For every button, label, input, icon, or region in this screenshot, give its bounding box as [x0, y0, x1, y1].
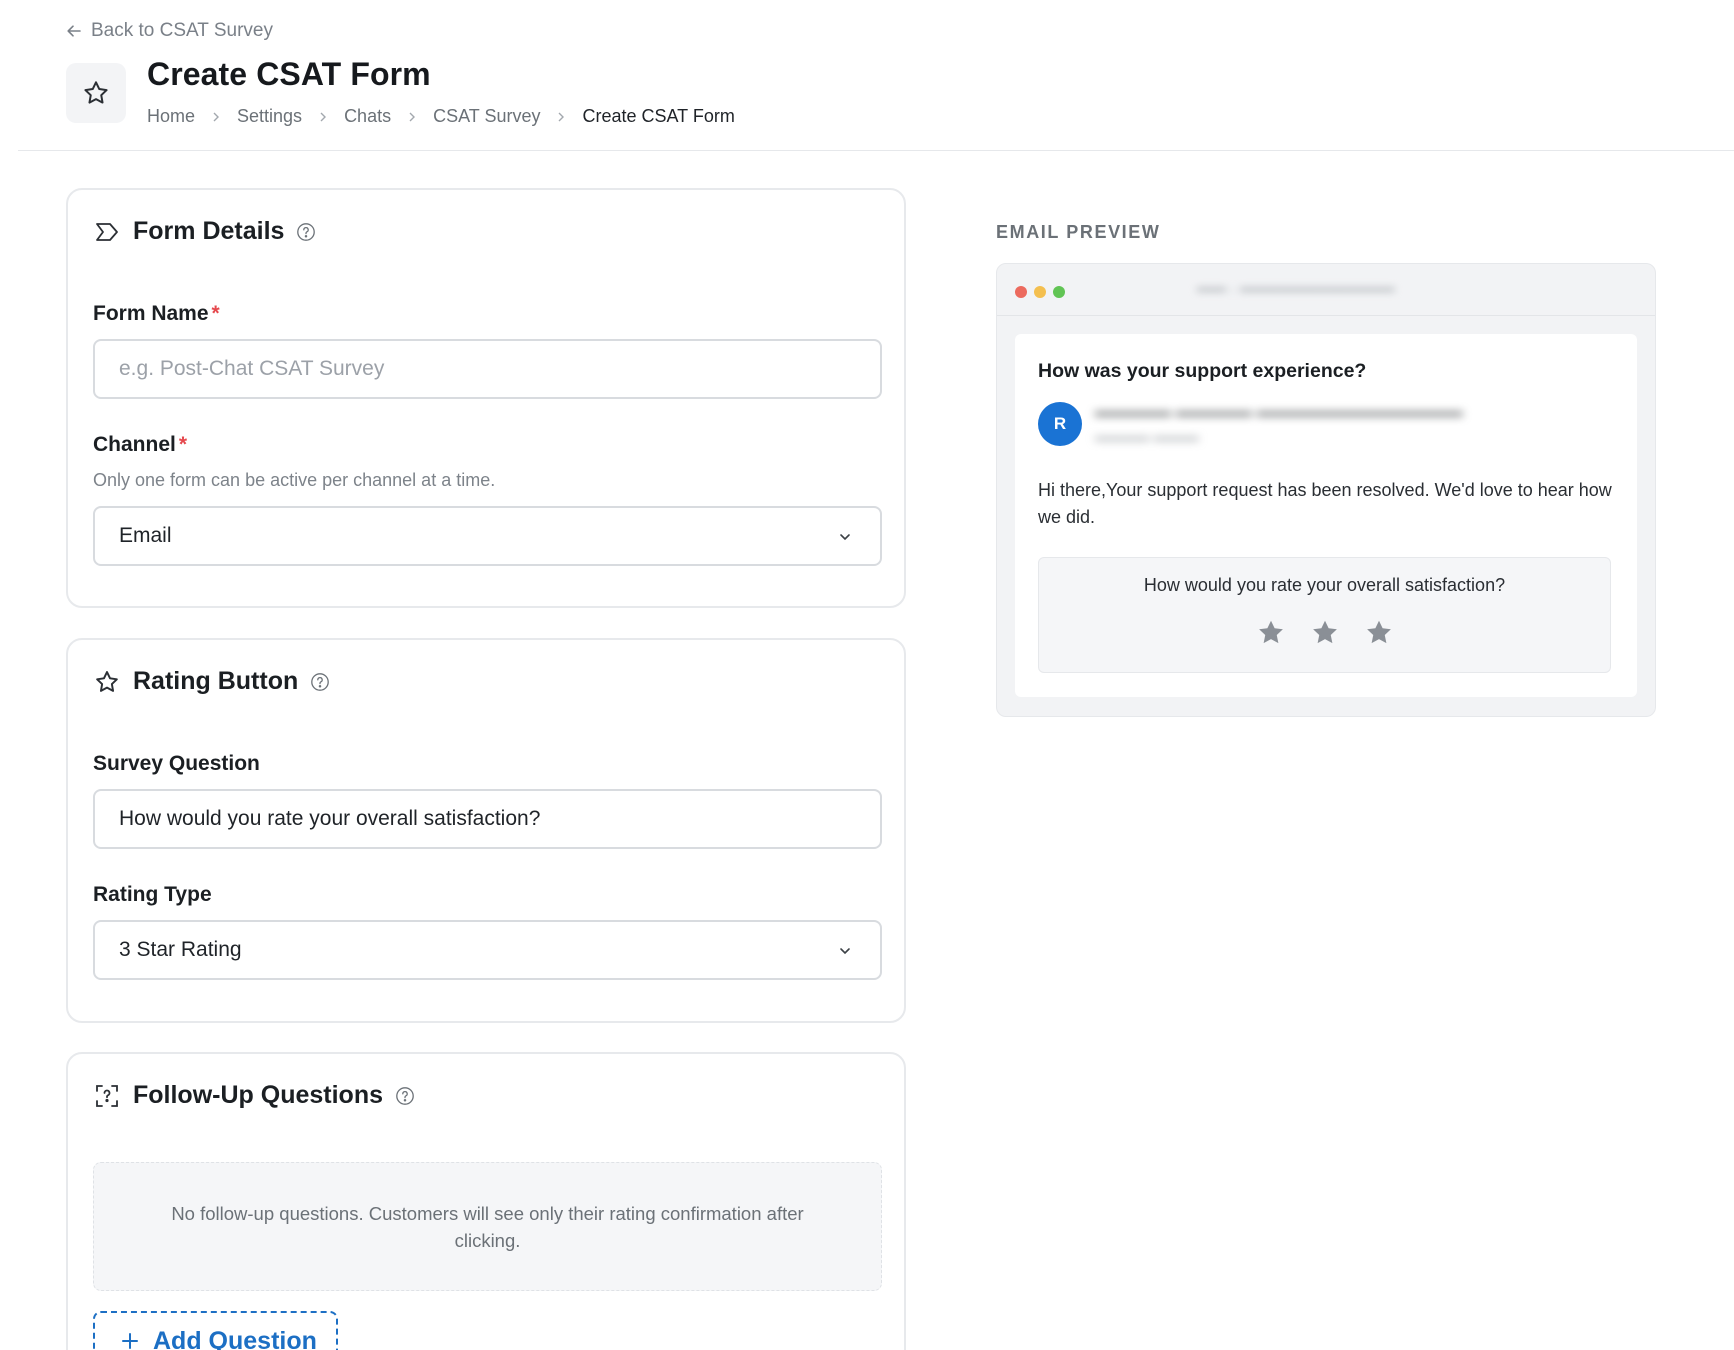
follow-up-card: Follow-Up Questions No follow-up questio…: [66, 1052, 906, 1350]
chevron-right-icon: [317, 111, 329, 123]
help-circle-icon[interactable]: [310, 672, 330, 692]
page-title: Create CSAT Form: [147, 56, 431, 92]
add-question-button[interactable]: Add Question: [93, 1311, 338, 1350]
email-body-text: Hi there,Your support request has been r…: [1038, 480, 1612, 527]
blurred-sender-date: ━━━━━━ ━━━━━: [1095, 431, 1199, 448]
rating-preview-question: How would you rate your overall satisfac…: [1143, 575, 1506, 595]
arrow-left-icon: [67, 25, 81, 37]
empty-follow-up-message: No follow-up questions. Customers will s…: [93, 1162, 882, 1291]
help-circle-icon[interactable]: [395, 1086, 415, 1106]
rating-stars: [1039, 618, 1610, 648]
breadcrumb-chats[interactable]: Chats: [344, 106, 391, 127]
channel-label-text: Channel: [93, 433, 176, 456]
chevron-down-icon: [840, 534, 850, 541]
blurred-recipient-bar: ━━━ · ━━━━━━━━━━━━━━━━: [1197, 282, 1395, 299]
question-frame-icon: [93, 1082, 121, 1110]
channel-label: Channel *: [93, 433, 187, 457]
label-tag-icon: [93, 218, 121, 246]
follow-up-title: Follow-Up Questions: [133, 1081, 383, 1109]
rating-button-card: Rating Button Survey Question Rating Typ…: [66, 638, 906, 1023]
rating-star-icon[interactable]: [1310, 618, 1340, 648]
form-name-label-text: Form Name: [93, 302, 209, 325]
chevron-right-icon: [406, 111, 418, 123]
rating-preview-box: How would you rate your overall satisfac…: [1038, 557, 1611, 673]
rating-star-icon[interactable]: [1256, 618, 1286, 648]
title-star-icon: [66, 63, 126, 123]
email-subject: How was your support experience?: [1038, 360, 1367, 382]
form-details-title: Form Details: [133, 217, 285, 245]
back-link-label: Back to CSAT Survey: [91, 20, 273, 41]
plus-icon: [122, 1333, 138, 1349]
channel-hint: Only one form can be active per channel …: [93, 470, 496, 490]
form-name-label: Form Name *: [93, 302, 220, 326]
breadcrumb-settings[interactable]: Settings: [237, 106, 302, 127]
window-maximize-dot: [1053, 286, 1065, 298]
add-question-label: Add Question: [153, 1326, 317, 1350]
rating-button-title: Rating Button: [133, 667, 299, 695]
survey-question-label: Survey Question: [93, 752, 260, 775]
channel-select[interactable]: Email: [93, 506, 882, 566]
follow-up-header: Follow-Up Questions: [93, 1081, 415, 1110]
breadcrumb-home[interactable]: Home: [147, 106, 195, 127]
chevron-right-icon: [210, 111, 222, 123]
form-details-header: Form Details: [93, 217, 316, 246]
blurred-sender-name: ━━━━━━━ ━━━━━━━ ━━━━━━━━━━━━━━━━━━━: [1095, 404, 1463, 424]
rating-type-value: 3 Star Rating: [119, 938, 242, 961]
survey-question-input[interactable]: [93, 789, 882, 849]
rating-button-header: Rating Button: [93, 667, 330, 696]
rating-type-select[interactable]: 3 Star Rating: [93, 920, 882, 980]
form-details-card: Form Details Form Name* Channel* Only on…: [66, 188, 906, 608]
help-circle-icon[interactable]: [296, 222, 316, 242]
rating-type-label: Rating Type: [93, 883, 212, 906]
window-minimize-dot: [1034, 286, 1046, 298]
rating-star-icon[interactable]: [1364, 618, 1394, 648]
star-icon: [93, 668, 121, 696]
required-marker: *: [178, 433, 188, 456]
chevron-right-icon: [555, 111, 567, 123]
chevron-down-icon: [840, 948, 850, 955]
required-marker: *: [211, 302, 220, 325]
email-body: How was your support experience? R ━━━━━…: [1015, 334, 1637, 697]
email-preview-window: ━━━ · ━━━━━━━━━━━━━━━━ How was your supp…: [996, 263, 1656, 717]
breadcrumb: Home Settings Chats CSAT Survey Create C…: [147, 106, 735, 127]
window-close-dot: [1015, 286, 1027, 298]
form-name-input[interactable]: [93, 339, 882, 399]
email-preview-label: EMAIL PREVIEW: [996, 222, 1161, 242]
breadcrumb-current: Create CSAT Form: [582, 106, 735, 126]
page-header: Back to CSAT Survey Create CSAT Form Hom…: [0, 0, 1734, 151]
back-link[interactable]: Back to CSAT Survey: [66, 20, 273, 42]
mail-window-topbar: ━━━ · ━━━━━━━━━━━━━━━━: [997, 264, 1655, 316]
sender-avatar: R: [1038, 402, 1082, 446]
breadcrumb-csat-survey[interactable]: CSAT Survey: [433, 106, 540, 127]
header-divider: [18, 150, 1734, 151]
channel-select-value: Email: [119, 524, 172, 547]
